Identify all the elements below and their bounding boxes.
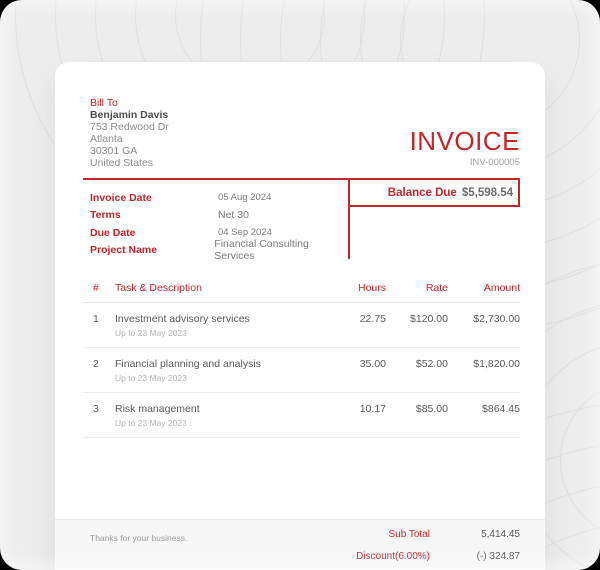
invoice-title-block: INVOICE INV-000005 (410, 127, 520, 169)
invoice-card: Bill To Benjamin Davis 753 Redwood Dr At… (55, 62, 545, 570)
bill-to-block: Bill To Benjamin Davis 753 Redwood Dr At… (90, 97, 169, 169)
row-task-subtext: Up to 23 May 2023 : (115, 418, 192, 428)
row-task-subtext: Up to 23 May 2023 (115, 328, 187, 338)
detail-row-invoice-date: Invoice Date 05 Aug 2024 (90, 189, 348, 207)
row-amount: $1,820.00 (473, 358, 520, 370)
balance-due-amount: $5,598.54 (461, 186, 513, 199)
discount-row: Discount(6.00%) (-) 324.87 (356, 551, 520, 562)
row-hours: 35.00 (359, 358, 386, 370)
header-hours: Hours (357, 282, 386, 294)
row-index: 3 (93, 403, 99, 415)
balance-due-label: Balance Due (387, 186, 457, 199)
thanks-note: Thanks for your business. (90, 533, 188, 543)
detail-label: Due Date (90, 226, 136, 239)
invoice-preview-screen: Bill To Benjamin Davis 753 Redwood Dr At… (0, 0, 600, 570)
invoice-title: INVOICE (409, 126, 520, 156)
invoice-meta-section: Invoice Date 05 Aug 2024 Terms Net 30 Du… (83, 178, 520, 263)
detail-value: Net 30 (218, 209, 249, 222)
subtotal-row: Sub Total 5,414.45 (356, 529, 520, 540)
balance-due-column: Balance Due $5,598.54 (348, 180, 520, 259)
discount-label: Discount(6.00%) (356, 551, 430, 562)
row-index: 1 (93, 313, 99, 325)
line-items-table: # Task & Description Hours Rate Amount 1… (83, 273, 520, 438)
row-rate: $85.00 (415, 403, 448, 415)
invoice-footer: Thanks for your business. Sub Total 5,41… (55, 519, 545, 570)
bill-to-label: Bill To (90, 97, 118, 109)
subtotal-value: 5,414.45 (481, 529, 520, 540)
table-row: 1 Investment advisory services Up to 23 … (83, 303, 520, 348)
row-task-cell: Financial planning and analysis Up to 23… (115, 358, 306, 384)
bill-to-name: Benjamin Davis (90, 109, 169, 121)
detail-value: Financial Consulting Services (214, 238, 309, 263)
detail-row-project-name: Project Name Financial Consulting Servic… (90, 238, 348, 262)
row-hours: 22.75 (359, 313, 386, 325)
row-task-cell: Investment advisory services Up to 23 Ma… (115, 313, 306, 339)
table-row: 2 Financial planning and analysis Up to … (83, 348, 520, 393)
detail-label: Terms (90, 209, 121, 222)
row-task-cell: Risk management Up to 23 May 2023 : (115, 403, 306, 429)
invoice-number: INV-000005 (469, 157, 520, 168)
detail-row-terms: Terms Net 30 (90, 207, 348, 225)
row-rate: $120.00 (410, 313, 448, 325)
row-index: 2 (93, 358, 99, 370)
invoice-header: Bill To Benjamin Davis 753 Redwood Dr At… (55, 62, 545, 169)
row-task-title: Financial planning and analysis (115, 358, 261, 370)
row-amount: $2,730.00 (473, 313, 520, 325)
row-task-title: Investment advisory services (115, 313, 250, 325)
row-rate: $52.00 (415, 358, 448, 370)
table-header-row: # Task & Description Hours Rate Amount (83, 273, 520, 303)
detail-value: 04 Sep 2024 (218, 227, 272, 239)
row-task-subtext: Up to 23 May 2023 (115, 373, 187, 383)
balance-due-box: Balance Due $5,598.54 (350, 180, 520, 207)
discount-value: (-) 324.87 (476, 551, 520, 562)
detail-label: Invoice Date (90, 191, 152, 204)
invoice-details: Invoice Date 05 Aug 2024 Terms Net 30 Du… (83, 180, 348, 263)
row-amount: $864.45 (482, 403, 520, 415)
header-amount: Amount (483, 282, 520, 294)
detail-label: Project Name (90, 244, 158, 257)
row-hours: 10.17 (359, 403, 386, 415)
header-rate: Rate (425, 282, 448, 294)
table-row: 3 Risk management Up to 23 May 2023 : 10… (83, 393, 520, 438)
totals-block: Sub Total 5,414.45 Discount(6.00%) (-) 3… (356, 528, 520, 570)
detail-value: 05 Aug 2024 (218, 192, 272, 204)
bill-to-address-line: 30301 GA (90, 145, 138, 157)
bill-to-address-line: 753 Redwood Dr (90, 121, 169, 133)
bill-to-address-line: Atlanta (90, 133, 123, 145)
subtotal-label: Sub Total (388, 529, 430, 540)
header-index: # (93, 282, 99, 294)
bill-to-address-line: United States (90, 157, 154, 169)
header-task: Task & Description (115, 282, 202, 294)
row-task-title: Risk management (115, 403, 200, 415)
